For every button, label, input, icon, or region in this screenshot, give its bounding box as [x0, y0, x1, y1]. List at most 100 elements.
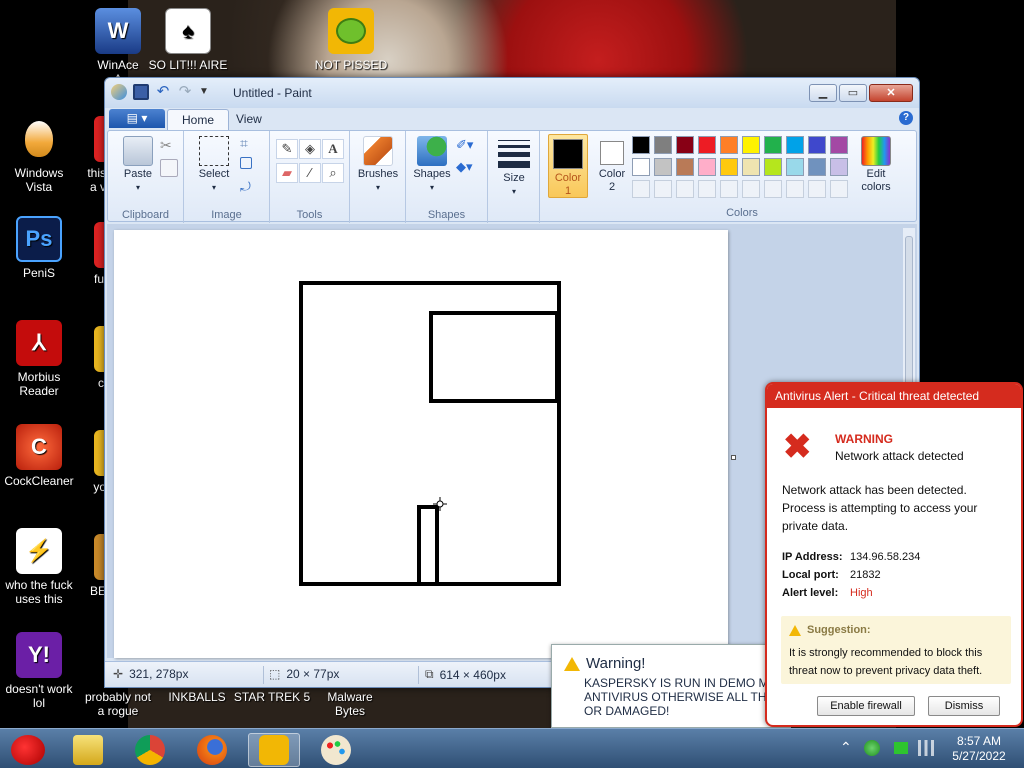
- edit-colors-button[interactable]: Edit colors: [854, 136, 898, 194]
- palette-swatch[interactable]: [808, 158, 826, 176]
- paste-button[interactable]: Paste ▾: [116, 136, 160, 194]
- narrow-rectangle: [417, 505, 439, 586]
- select-button[interactable]: Select ▾: [192, 136, 236, 194]
- custom-color-slot[interactable]: [676, 180, 694, 198]
- desktop-icon-partial-2[interactable]: fu: [48, 222, 140, 286]
- outline-icon[interactable]: ✐▾: [456, 137, 474, 155]
- shapes-button[interactable]: Shapes ▾: [410, 136, 454, 194]
- desktop-icon-label: STAR TREK 5: [233, 690, 311, 704]
- palette-swatch[interactable]: [830, 136, 848, 154]
- close-button[interactable]: ✕: [869, 84, 913, 102]
- desktop-icon-partial-3[interactable]: c: [48, 326, 140, 390]
- kaspersky-warning-title: Warning!: [564, 655, 645, 672]
- tab-home[interactable]: Home: [167, 109, 230, 130]
- custom-color-slot[interactable]: [764, 180, 782, 198]
- palette-swatch[interactable]: [786, 136, 804, 154]
- custom-color-slot[interactable]: [786, 180, 804, 198]
- size-button[interactable]: Size ▾: [496, 136, 532, 198]
- save-icon[interactable]: [133, 84, 149, 100]
- title-bar[interactable]: ↶ ↷ ▼ Untitled - Paint ▁ ▭ ✕: [105, 78, 919, 108]
- desktop-icon-inkballs[interactable]: INKBALLS: [155, 690, 239, 704]
- palette-swatch[interactable]: [654, 158, 672, 176]
- app-menu-icon[interactable]: [111, 84, 127, 100]
- taskbar-explorer[interactable]: [62, 733, 114, 767]
- antivirus-alert-popup: Antivirus Alert - Critical threat detect…: [765, 382, 1023, 727]
- palette-swatch[interactable]: [632, 136, 650, 154]
- taskbar-paint[interactable]: [310, 733, 362, 767]
- green-pig-icon: [328, 8, 374, 54]
- custom-color-slot[interactable]: [698, 180, 716, 198]
- custom-color-slot[interactable]: [830, 180, 848, 198]
- minimize-button[interactable]: ▁: [809, 84, 837, 102]
- custom-color-slot[interactable]: [654, 180, 672, 198]
- custom-color-slot[interactable]: [720, 180, 738, 198]
- taskbar-chrome[interactable]: [124, 733, 176, 767]
- cut-icon[interactable]: ✂: [160, 137, 178, 155]
- dismiss-button[interactable]: Dismiss: [928, 696, 1000, 716]
- custom-color-slot[interactable]: [742, 180, 760, 198]
- palette-swatch[interactable]: [742, 136, 760, 154]
- maximize-button[interactable]: ▭: [839, 84, 867, 102]
- desktop-icon-partial-1[interactable]: this a v: [48, 116, 140, 194]
- kaspersky-warning-popup[interactable]: Warning! KASPERSKY IS RUN IN DEMO MOD AN…: [551, 644, 791, 728]
- resize-icon[interactable]: [240, 157, 252, 169]
- copy-icon[interactable]: [160, 159, 178, 177]
- palette-swatch[interactable]: [632, 158, 650, 176]
- desktop-icon-probably-not-a-rogue[interactable]: probably not a rogue: [76, 690, 160, 718]
- desktop-icon-star-trek[interactable]: STAR TREK 5: [230, 690, 314, 704]
- palette-swatch[interactable]: [764, 136, 782, 154]
- canvas-resize-handle[interactable]: [731, 455, 736, 460]
- taskbar-not-pissed[interactable]: [248, 733, 300, 767]
- magnifier-icon[interactable]: ⌕: [322, 163, 344, 183]
- enable-firewall-button[interactable]: Enable firewall: [817, 696, 915, 716]
- color1-button[interactable]: Color 1: [548, 134, 588, 198]
- palette-swatch[interactable]: [654, 136, 672, 154]
- custom-color-slot[interactable]: [808, 180, 826, 198]
- start-button[interactable]: [2, 733, 54, 767]
- color2-button[interactable]: Color 2: [592, 134, 632, 194]
- palette-swatch[interactable]: [764, 158, 782, 176]
- palette-swatch[interactable]: [830, 158, 848, 176]
- desktop-icon-yahoo[interactable]: Y! doesn't work lol: [0, 632, 81, 710]
- palette-swatch[interactable]: [786, 158, 804, 176]
- eraser-icon[interactable]: ▰: [276, 163, 298, 183]
- pencil-icon[interactable]: ✎: [276, 139, 298, 159]
- clock[interactable]: 8:57 AM 5/27/2022: [944, 734, 1014, 764]
- desktop-icon-malwarebytes[interactable]: Malware Bytes: [308, 690, 392, 718]
- fill-style-icon[interactable]: ◆▾: [456, 159, 474, 177]
- color-picker-icon[interactable]: ⁄: [299, 163, 321, 183]
- status-divider: [263, 666, 264, 684]
- undo-icon[interactable]: ↶: [155, 84, 171, 100]
- desktop-icon-so-lit-aire[interactable]: ♠ SO LIT!!! AIRE: [146, 8, 230, 72]
- customize-toolbar-icon[interactable]: ▼: [199, 84, 215, 100]
- battery-icon[interactable]: [894, 742, 908, 754]
- paint-menu-button[interactable]: ▤ ▾: [109, 109, 165, 128]
- palette-swatch[interactable]: [698, 136, 716, 154]
- palette-swatch[interactable]: [720, 136, 738, 154]
- desktop-icon-partial-4[interactable]: yo: [48, 430, 140, 494]
- drawing-canvas[interactable]: [114, 230, 736, 658]
- palette-swatch[interactable]: [720, 158, 738, 176]
- help-icon[interactable]: ?: [899, 111, 913, 125]
- show-hidden-icons-icon[interactable]: ⌃: [840, 740, 856, 756]
- tab-view[interactable]: View: [222, 109, 276, 130]
- taskbar-firefox[interactable]: [186, 733, 238, 767]
- custom-color-slot[interactable]: [632, 180, 650, 198]
- rotate-icon[interactable]: ⤾: [240, 179, 258, 197]
- palette-swatch[interactable]: [808, 136, 826, 154]
- desktop-icon-not-pissed[interactable]: NOT PISSED: [309, 8, 393, 72]
- palette-swatch[interactable]: [676, 158, 694, 176]
- desktop-icon-partial-5[interactable]: BE: [48, 534, 140, 598]
- palette-swatch[interactable]: [698, 158, 716, 176]
- desktop-icon-label: this a v: [87, 166, 106, 194]
- network-icon[interactable]: [918, 740, 934, 756]
- fill-icon[interactable]: ◈: [299, 139, 321, 159]
- crop-icon[interactable]: ⌗: [240, 135, 258, 153]
- text-icon[interactable]: A: [322, 139, 344, 159]
- desktop-icon-label: INKBALLS: [168, 690, 226, 704]
- brushes-button[interactable]: Brushes ▾: [356, 136, 400, 194]
- security-shield-icon[interactable]: [864, 740, 880, 756]
- palette-swatch[interactable]: [742, 158, 760, 176]
- palette-swatch[interactable]: [676, 136, 694, 154]
- redo-icon[interactable]: ↷: [177, 84, 193, 100]
